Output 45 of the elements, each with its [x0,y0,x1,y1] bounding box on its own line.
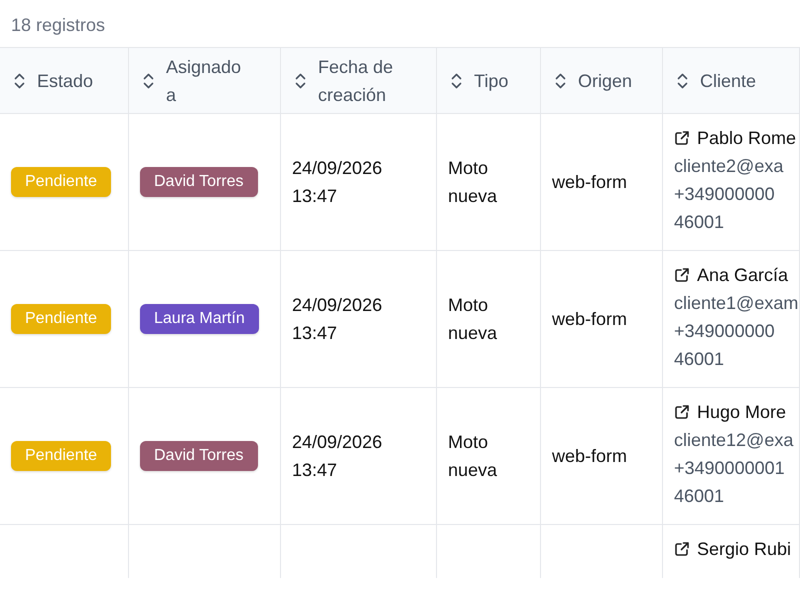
sort-icon[interactable] [451,72,462,90]
client-postcode: 46001 [674,485,724,508]
column-header[interactable]: Asignado a [129,48,281,114]
external-link-icon[interactable] [674,541,690,557]
client-name-link[interactable]: Sergio Rubi [697,535,792,563]
sort-icon[interactable] [143,72,154,90]
external-link-icon[interactable] [674,130,690,146]
status-badge: Pendiente [11,167,112,197]
client-phone: +349000000 [674,320,775,343]
column-header[interactable]: Estado [0,48,129,114]
assignee-badge: David Torres [140,167,258,197]
creation-date: 24/09/2026 13:47 [292,294,384,345]
type-text: Moto nueva [448,431,498,482]
record-count: 18 registros [10,14,106,37]
assignee-badge: David Torres [140,441,258,471]
client-name-link[interactable]: Hugo More [697,398,786,426]
column-header[interactable]: Cliente [663,48,800,114]
client-name-link[interactable]: Ana García [697,261,788,289]
origin-text: web-form [552,445,628,468]
column-header[interactable]: Tipo [437,48,541,114]
origin-text: web-form [552,171,628,194]
client-postcode: 46001 [674,211,724,234]
sort-icon[interactable] [555,72,566,90]
external-link-icon[interactable] [674,404,690,420]
client-postcode: 46001 [674,348,724,371]
assignee-badge: Laura Martín [140,304,259,334]
status-badge: Pendiente [11,304,112,334]
column-header[interactable]: Fecha de creación [281,48,437,114]
sort-icon[interactable] [295,72,306,90]
client-email: cliente2@exa [674,155,784,178]
origin-text: web-form [552,308,628,331]
sort-icon[interactable] [677,72,688,90]
creation-date: 24/09/2026 13:47 [292,157,384,208]
status-badge: Pendiente [11,441,112,471]
client-phone: +3490000001 [674,457,785,480]
column-header[interactable]: Origen [541,48,663,114]
client-email: cliente1@exam [674,292,798,315]
type-text: Moto nueva [448,157,498,208]
client-name-link[interactable]: Pablo Rome [697,124,796,152]
creation-date: 24/09/2026 13:47 [292,431,384,482]
type-text: Moto nueva [448,294,498,345]
client-phone: +349000000 [674,183,775,206]
client-email: cliente12@exa [674,429,794,452]
sort-icon[interactable] [14,72,25,90]
external-link-icon[interactable] [674,267,690,283]
